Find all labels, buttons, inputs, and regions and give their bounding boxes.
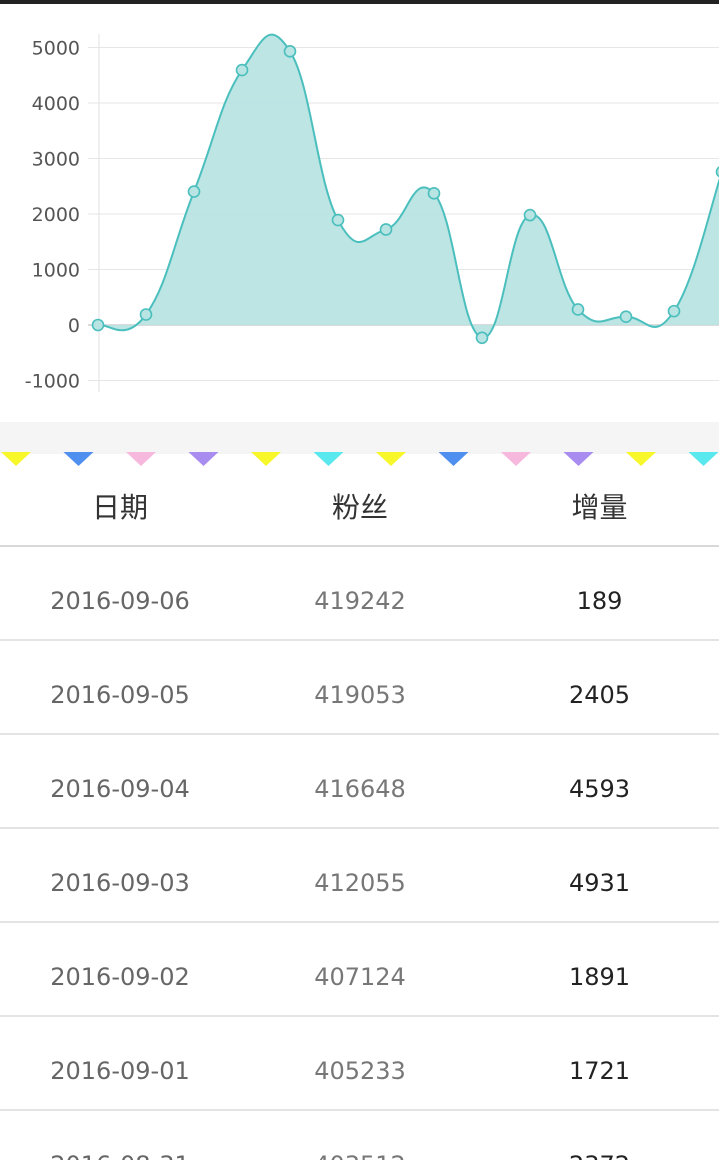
data-point[interactable] [619,310,633,323]
table-row[interactable]: 2016-09-01 405233 1721 [0,1017,719,1111]
y-tick-label: -1000 [25,371,80,393]
cell-increment: 2372 [480,1111,719,1160]
fans-increment-chart: 5000 4000 3000 2000 1000 0 -1000 [0,4,719,422]
decorative-flag-bunting [1,452,719,466]
cell-fans: 405233 [314,1057,406,1085]
cell-fans: 407124 [314,963,406,991]
data-point[interactable] [283,45,297,58]
table-row[interactable]: 2016-09-02 407124 1891 [0,923,719,1017]
flag-shape [438,452,469,466]
cell-date: 2016-09-02 [50,963,190,991]
cell-date: 2016-09-01 [50,1057,190,1085]
cell-date: 2016-09-03 [50,869,190,897]
cell-increment: 4593 [568,775,631,803]
data-point[interactable] [235,63,249,77]
data-point[interactable] [667,304,681,318]
table-row[interactable]: 2016-09-06 419242 189 [0,547,719,641]
flag-shape [688,452,719,466]
cell-increment: 4931 [568,869,631,897]
y-tick-label: 5000 [32,38,80,60]
table-row[interactable]: 2016-09-04 416648 4593 [0,735,719,829]
data-point[interactable] [331,213,345,227]
table-row[interactable]: 2016-08-31 403512 2372 [0,1111,719,1160]
flag-shape [1,452,31,466]
y-tick-label: 3000 [32,149,80,171]
data-point[interactable] [571,303,585,316]
data-point[interactable] [379,223,393,236]
y-tick-label: 1000 [32,260,80,282]
flag-shape [63,452,94,466]
flag-shape [251,452,281,466]
cell-fans: 419242 [314,587,406,615]
header-date: 日期 [91,491,148,524]
data-point[interactable] [523,208,537,222]
cell-date: 2016-09-06 [50,587,190,615]
cell-fans: 412055 [314,869,406,897]
data-point[interactable] [91,318,105,332]
y-tick-label: 2000 [32,204,80,226]
data-point[interactable] [475,331,489,345]
data-point[interactable] [139,308,153,321]
cell-fans: 403512 [240,1111,480,1160]
cell-fans: 419053 [314,681,406,709]
flag-shape [126,452,156,466]
chart-bottom-band [0,422,719,454]
cell-fans: 416648 [314,775,406,803]
flag-shape [626,452,656,466]
cell-date: 2016-08-31 [0,1111,240,1160]
flag-shape [188,452,219,466]
flag-shape [313,452,344,466]
cell-increment: 2405 [568,681,631,709]
header-fans: 粉丝 [331,491,388,524]
cell-date: 2016-09-04 [50,775,190,803]
flag-shape [501,452,531,466]
table-header: 日期 粉丝 增量 [0,470,719,547]
y-tick-label: 0 [68,315,80,337]
flag-shape [563,452,594,466]
header-increment: 增量 [571,491,628,524]
table-body: 2016-09-06 419242 189 2016-09-05 419053 … [0,547,719,1160]
table-row[interactable]: 2016-09-05 419053 2405 [0,641,719,735]
chart-svg: 5000 4000 3000 2000 1000 0 -1000 [25,33,719,393]
cell-date: 2016-09-05 [50,681,190,709]
y-tick-label: 4000 [32,93,80,115]
data-point[interactable] [427,187,441,200]
cell-increment: 189 [576,587,623,615]
flag-shape [376,452,406,466]
table-row[interactable]: 2016-09-03 412055 4931 [0,829,719,923]
cell-increment: 1891 [568,963,631,991]
cell-increment: 1721 [568,1057,631,1085]
data-point[interactable] [187,185,201,198]
